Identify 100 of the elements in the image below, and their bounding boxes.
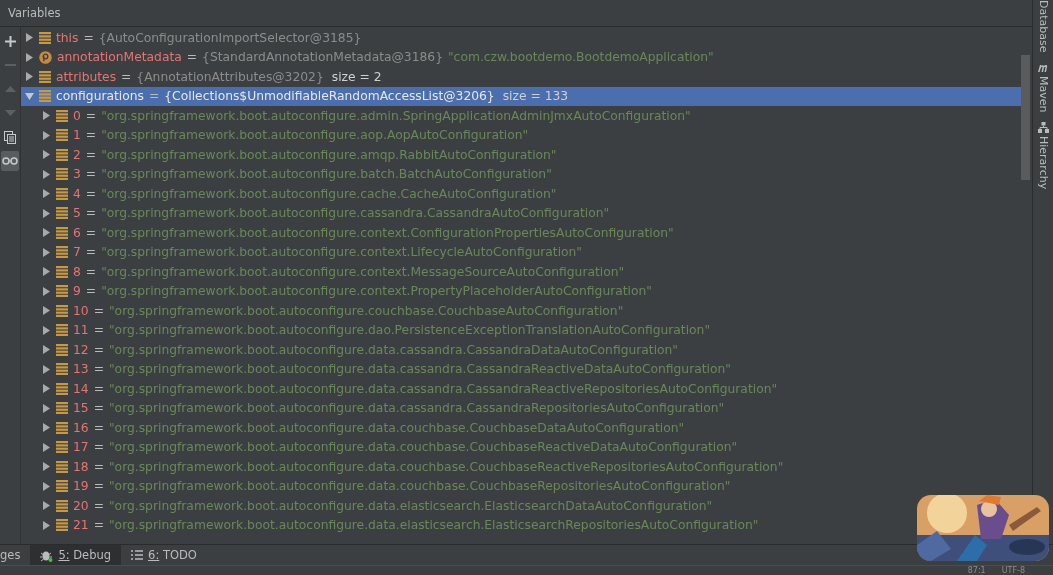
tool-window-tab[interactable]: ges xyxy=(0,545,31,565)
element-value: "org.springframework.boot.autoconfigure.context.MessageSourceAutoConfiguration" xyxy=(101,264,625,279)
collapse-arrow-icon[interactable] xyxy=(25,91,34,101)
variable-name: attributes xyxy=(56,69,117,84)
field-icon xyxy=(56,343,68,356)
element-value: "org.springframework.boot.autoconfigure.couchbase.CouchbaseAutoConfiguration" xyxy=(108,303,624,318)
field-icon xyxy=(56,363,68,376)
glasses-icon xyxy=(2,157,18,165)
field-icon xyxy=(56,304,68,317)
down-icon xyxy=(4,110,16,116)
field-icon xyxy=(56,460,68,473)
equals-sign: = xyxy=(85,284,97,299)
side-tool-button[interactable]: Maven xyxy=(1036,62,1050,112)
variable-type: {Collections$UnmodifiableRandomAccessList@3206} xyxy=(164,89,495,104)
add-icon xyxy=(4,35,16,47)
variable-value: "com.czw.bootdemo.BootdemoApplication" xyxy=(447,50,714,65)
variable-row[interactable]: this = {AutoConfigurationImportSelector@3185} xyxy=(21,28,1021,48)
element-index: 3 xyxy=(73,167,81,182)
panel-title: Variables xyxy=(8,6,61,20)
equals-sign: = xyxy=(121,69,132,84)
up-icon xyxy=(4,86,16,92)
element-index: 8 xyxy=(73,264,81,279)
element-value: "org.springframework.boot.autoconfigure.dao.PersistenceExceptionTranslationAutoConfiguration" xyxy=(108,323,711,338)
field-icon xyxy=(56,441,68,454)
field-icon xyxy=(56,129,68,142)
field-icon xyxy=(56,499,68,512)
equals-sign: = xyxy=(93,498,104,513)
variable-type: {StandardAnnotationMetadata@3186} xyxy=(202,50,443,65)
side-tool-button[interactable]: Database xyxy=(1036,0,1050,53)
element-index: 15 xyxy=(73,401,89,416)
cursor-position[interactable]: 87:1 xyxy=(967,566,986,575)
element-index: 5 xyxy=(73,206,81,221)
field-icon xyxy=(56,265,68,278)
field-icon xyxy=(56,187,68,200)
variable-name: annotationMetadata xyxy=(57,50,182,65)
field-icon xyxy=(56,480,68,493)
element-index: 6 xyxy=(73,225,81,240)
field-icon xyxy=(39,90,51,103)
variable-row[interactable]: annotationMetadata = {StandardAnnotationMetadata@3186} "com.czw.bootdemo.BootdemoApplication" xyxy=(21,47,1021,67)
equals-sign: = xyxy=(93,440,104,455)
field-icon xyxy=(56,324,68,337)
field-icon xyxy=(56,148,68,161)
field-icon xyxy=(56,402,68,415)
element-value: "org.springframework.boot.autoconfigure.data.cassandra.CassandraRepositoriesAutoConfiguration" xyxy=(108,401,725,416)
equals-sign: = xyxy=(93,323,104,338)
variable-row[interactable]: configurations = {Collections$UnmodifiableRandomAccessList@3206} size = 133 xyxy=(21,86,1021,106)
side-tool-button[interactable]: Hierarchy xyxy=(1036,122,1050,190)
field-icon xyxy=(56,246,68,259)
element-value: "org.springframework.boot.autoconfigure.cache.CacheAutoConfiguration" xyxy=(101,186,557,201)
equals-sign: = xyxy=(85,206,97,221)
equals-sign: = xyxy=(85,147,97,162)
file-encoding[interactable]: UTF-8 xyxy=(1001,566,1025,575)
equals-sign: = xyxy=(93,342,104,357)
equals-sign: = xyxy=(93,381,104,396)
element-value: "org.springframework.boot.autoconfigure.data.couchbase.CouchbaseReactiveRepositoriesAutoConfiguration" xyxy=(108,459,784,474)
field-icon xyxy=(56,226,68,239)
element-index: 13 xyxy=(73,362,89,377)
element-value: "org.springframework.boot.autoconfigure.batch.BatchAutoConfiguration" xyxy=(101,167,552,182)
equals-sign: = xyxy=(186,50,198,65)
element-value: "org.springframework.boot.autoconfigure.context.LifecycleAutoConfiguration" xyxy=(101,245,583,260)
equals-sign: = xyxy=(85,245,97,260)
element-value: "org.springframework.boot.autoconfigure.context.PropertyPlaceholderAutoConfiguration" xyxy=(101,284,652,299)
element-value: "org.springframework.boot.autoconfigure.data.cassandra.CassandraReactiveDataAutoConfiguration" xyxy=(108,362,731,377)
element-value: "org.springframework.boot.autoconfigure.data.elasticsearch.ElasticsearchDataAutoConfiguration" xyxy=(108,498,713,513)
tool-window-tab[interactable]: 5: Debug xyxy=(30,545,122,565)
scrollbar-thumb[interactable] xyxy=(1021,55,1030,180)
equals-sign: = xyxy=(85,128,97,143)
equals-sign: = xyxy=(93,479,104,494)
element-index: 16 xyxy=(73,420,89,435)
element-value: "org.springframework.boot.autoconfigure.aop.AopAutoConfiguration" xyxy=(101,128,529,143)
equals-sign: = xyxy=(85,186,97,201)
variable-name: this xyxy=(56,30,79,45)
equals-sign: = xyxy=(85,108,97,123)
equals-sign: = xyxy=(93,518,104,533)
tool-window-tab[interactable]: 6: TODO xyxy=(121,545,207,565)
equals-sign: = xyxy=(93,401,104,416)
element-index: 20 xyxy=(73,498,89,513)
variable-row[interactable]: attributes = {AnnotationAttributes@3202} size = 2 xyxy=(21,67,1021,87)
variable-type: {AnnotationAttributes@3202} xyxy=(136,69,324,84)
list-icon xyxy=(131,550,144,560)
element-index: 17 xyxy=(73,440,89,455)
element-index: 7 xyxy=(73,245,81,260)
equals-sign: = xyxy=(93,459,104,474)
field-icon xyxy=(56,382,68,395)
element-value: "org.springframework.boot.autoconfigure.data.couchbase.CouchbaseRepositoriesAutoConfiguration" xyxy=(108,479,731,494)
toolbar-button[interactable] xyxy=(1,151,19,171)
element-index: 11 xyxy=(73,323,89,338)
element-index: 14 xyxy=(73,381,89,396)
element-value: "org.springframework.boot.autoconfigure.data.cassandra.CassandraDataAutoConfiguration" xyxy=(108,342,679,357)
copy-icon xyxy=(4,130,16,144)
element-index: 2 xyxy=(73,147,81,162)
element-index: 12 xyxy=(73,342,89,357)
protected-field-icon xyxy=(39,50,52,64)
element-index: 4 xyxy=(73,186,81,201)
element-index: 0 xyxy=(73,108,81,123)
equals-sign: = xyxy=(85,264,97,279)
equals-sign: = xyxy=(85,225,97,240)
variable-value: size = 2 xyxy=(331,69,382,84)
equals-sign: = xyxy=(85,167,97,182)
equals-sign: = xyxy=(93,303,104,318)
